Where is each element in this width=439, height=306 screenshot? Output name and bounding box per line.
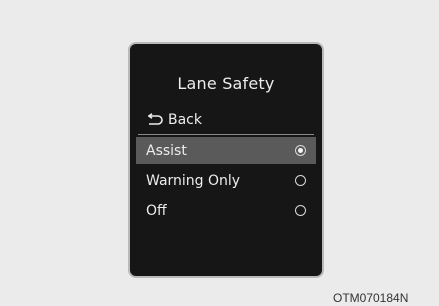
option-label: Assist bbox=[146, 142, 187, 159]
option-label: Warning Only bbox=[146, 172, 241, 189]
radio-selected-icon bbox=[295, 145, 306, 156]
figure-code: OTM070184N bbox=[333, 291, 409, 305]
option-label: Off bbox=[146, 202, 167, 219]
back-label: Back bbox=[168, 112, 202, 128]
radio-unselected-icon bbox=[295, 175, 306, 186]
option-warning-only[interactable]: Warning Only bbox=[136, 167, 316, 194]
cluster-display: Lane Safety Back Assist Warning Only Off bbox=[128, 42, 324, 278]
option-assist[interactable]: Assist bbox=[136, 137, 316, 164]
back-arrow-icon bbox=[146, 113, 164, 127]
option-off[interactable]: Off bbox=[136, 197, 316, 224]
screen-title: Lane Safety bbox=[177, 74, 275, 93]
divider bbox=[138, 134, 314, 135]
back-button[interactable]: Back bbox=[146, 110, 202, 130]
radio-unselected-icon bbox=[295, 205, 306, 216]
